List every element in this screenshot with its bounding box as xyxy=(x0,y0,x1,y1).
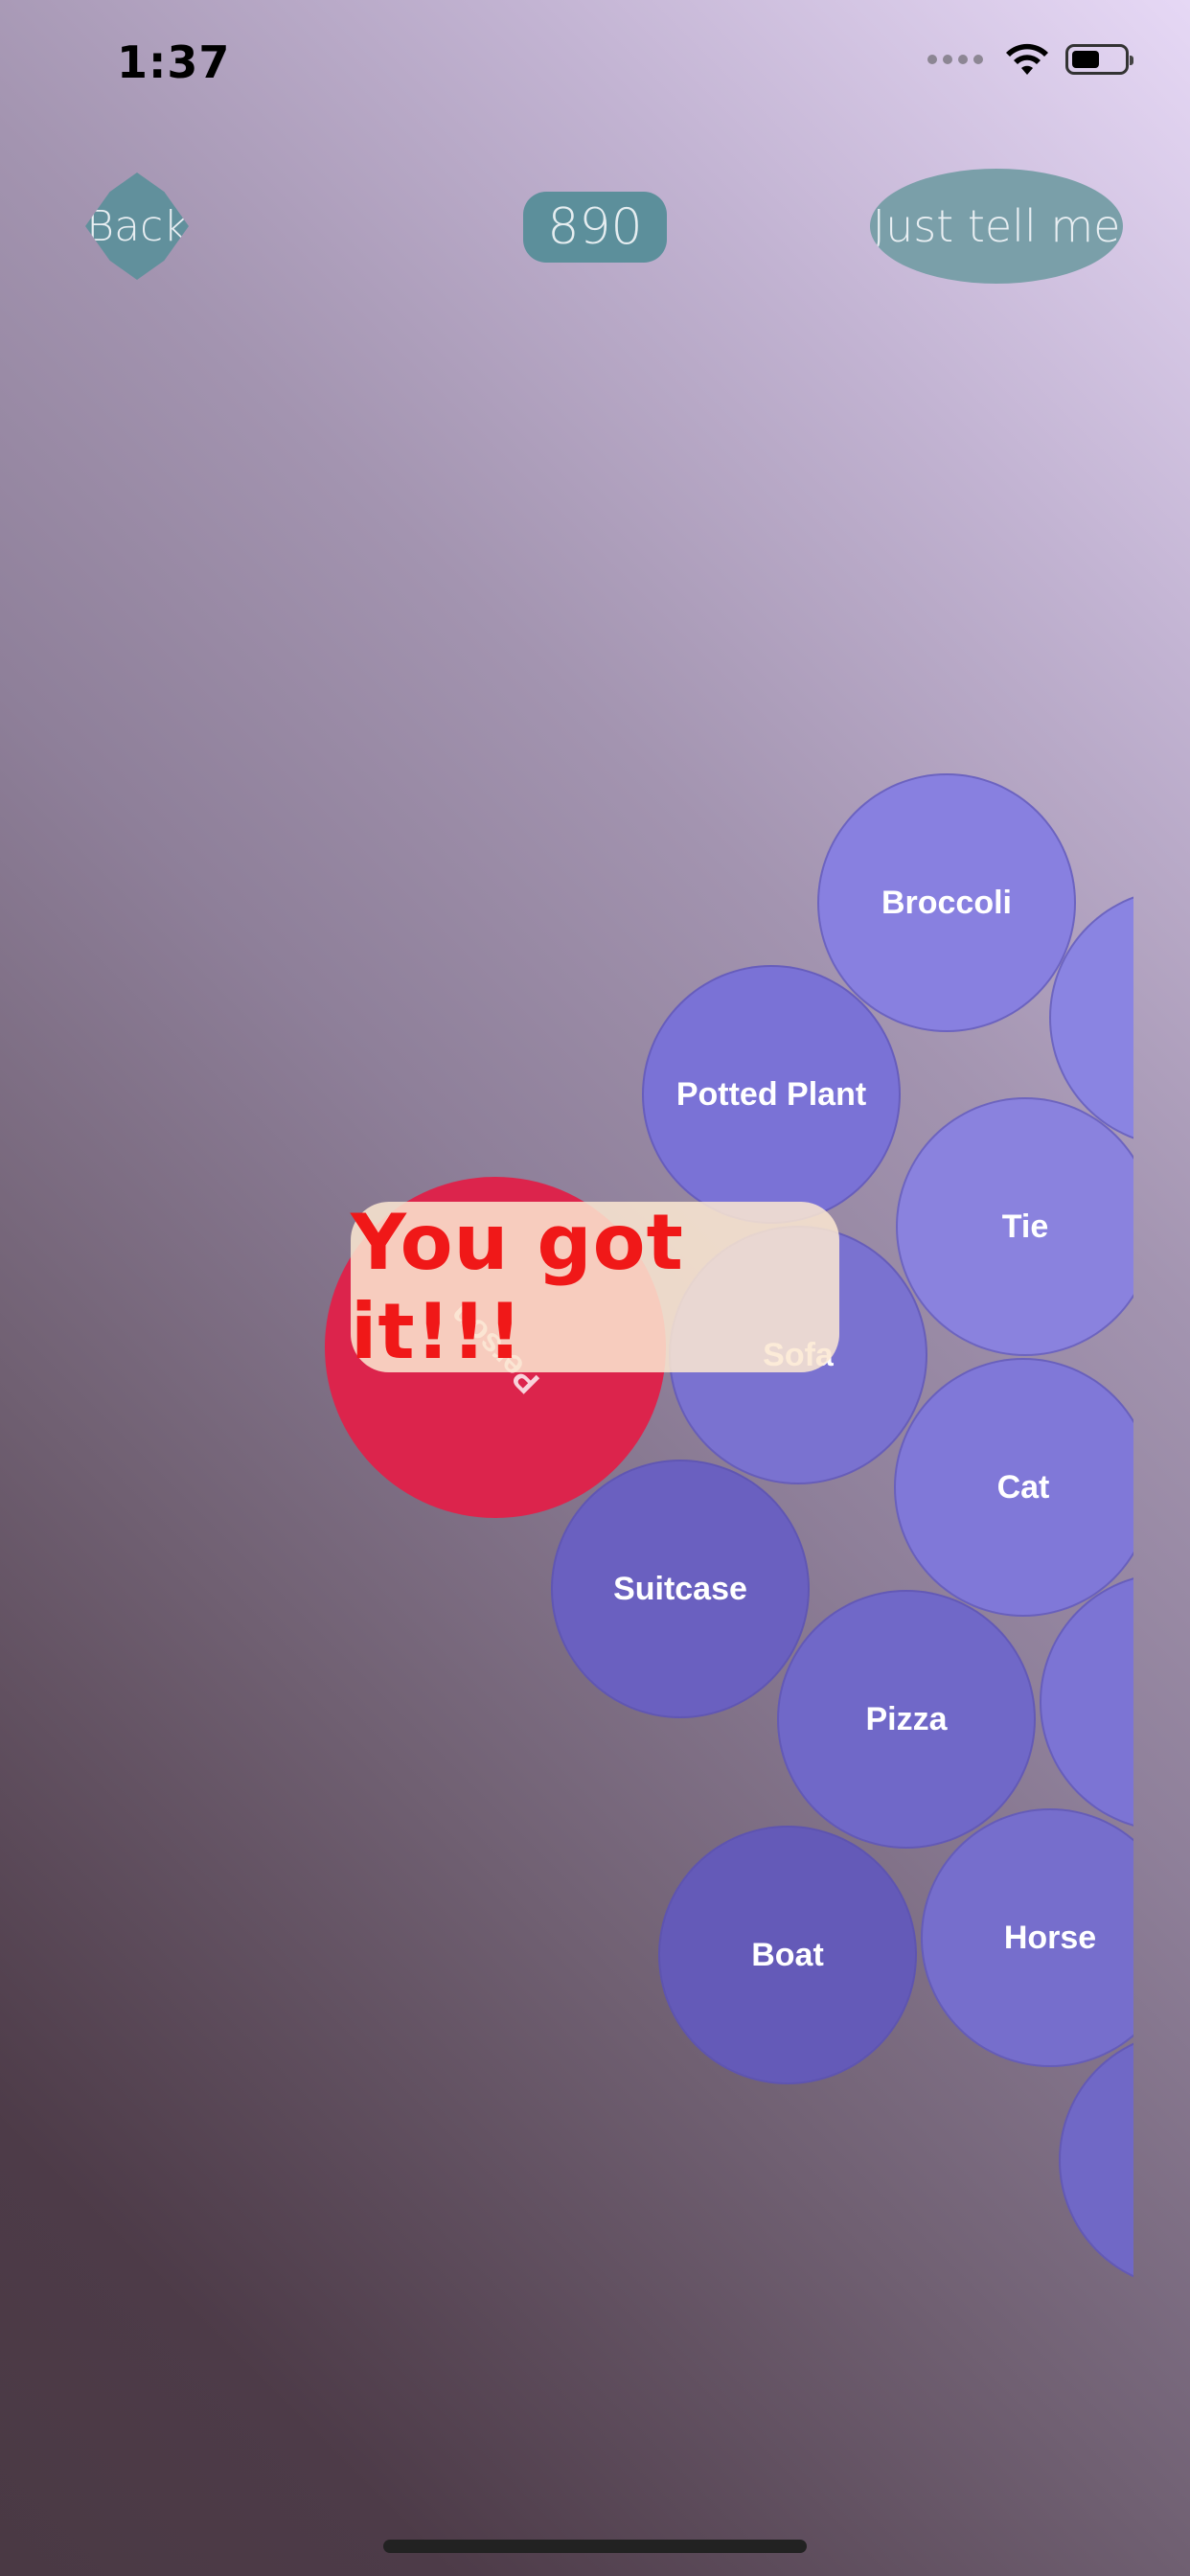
bubble-label: Suitcase xyxy=(613,1570,747,1607)
bubble-label: Potted Plant xyxy=(675,1075,867,1113)
bubble-pizza[interactable]: Pizza xyxy=(777,1590,1036,1849)
bubble-tie[interactable]: Tie xyxy=(896,1097,1133,1356)
bubble-label: Cat xyxy=(996,1468,1050,1506)
bubble-broccoli[interactable]: Broccoli xyxy=(817,773,1076,1032)
bubble-boat[interactable]: Boat xyxy=(658,1826,917,2084)
bubble-label: Boat xyxy=(751,1936,824,1973)
bubble-label: Pizza xyxy=(865,1700,948,1737)
bubble-label: Horse xyxy=(1003,1919,1097,1956)
bubble-potted-plant[interactable]: Potted Plant xyxy=(642,965,901,1224)
bubble-label: Broccoli xyxy=(881,884,1013,921)
bubble-m[interactable]: M xyxy=(1059,2031,1133,2289)
bubble-horse[interactable]: Horse xyxy=(921,1808,1133,2067)
home-indicator xyxy=(383,2540,807,2553)
bubble-label: Tie xyxy=(1001,1208,1049,1245)
bubble-cat[interactable]: Cat xyxy=(894,1358,1133,1617)
bubble-suitcase[interactable]: Suitcase xyxy=(551,1460,810,1718)
success-toast: You got it!!! xyxy=(351,1198,839,1376)
